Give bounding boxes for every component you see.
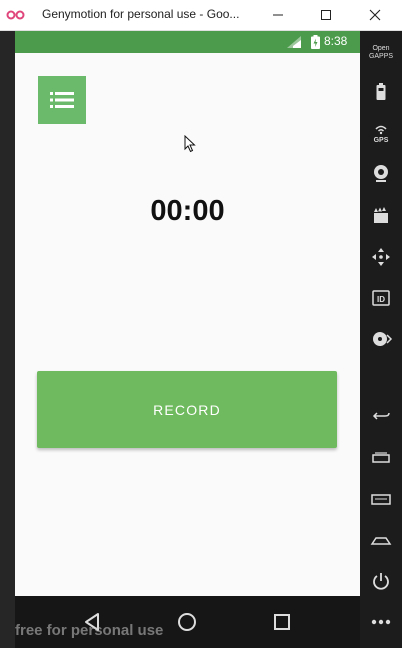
window-title-bar: Genymotion for personal use - Goo... [0, 0, 402, 31]
home-icon[interactable] [174, 609, 200, 635]
android-nav-bar: free for personal use [15, 596, 360, 648]
more-icon [371, 619, 391, 625]
timer-display: 00:00 [150, 195, 225, 227]
close-icon [369, 9, 381, 21]
toolbar-menu-button[interactable] [366, 484, 396, 514]
maximize-icon [321, 10, 331, 20]
maximize-button[interactable] [303, 0, 349, 30]
minimize-button[interactable] [255, 0, 301, 30]
media-button[interactable] [366, 200, 396, 230]
disk-icon [373, 332, 393, 346]
device-id-button[interactable]: ID [366, 283, 396, 313]
genymotion-logo-icon [6, 10, 25, 20]
window-title: Genymotion for personal use - Goo... [42, 7, 240, 21]
opengapps-button[interactable]: Open GAPPS [360, 37, 402, 71]
emulator-toolbar: Open GAPPS GPS ID [360, 31, 402, 648]
toolbar-home-button[interactable] [366, 525, 396, 555]
menu-button[interactable] [38, 76, 86, 124]
clapperboard-icon [374, 207, 388, 223]
more-button[interactable] [366, 607, 396, 637]
minimize-icon [273, 14, 283, 16]
list-icon [50, 92, 74, 108]
opengapps-icon: Open GAPPS [368, 45, 394, 60]
app-screen: 00:00 RECORD [15, 53, 360, 596]
power-button[interactable] [366, 566, 396, 596]
disk-button[interactable] [366, 324, 396, 354]
android-status-bar: 8:38 [15, 31, 360, 53]
recents-icon [372, 452, 390, 463]
camera-icon [374, 165, 388, 182]
id-icon: ID [372, 290, 390, 306]
recents-icon[interactable] [269, 609, 295, 635]
home-icon [370, 537, 392, 545]
toolbar-back-button[interactable] [366, 401, 396, 431]
gps-icon: GPS [374, 125, 389, 144]
signal-icon [287, 36, 301, 48]
toolbar-recents-button[interactable] [366, 442, 396, 472]
watermark-text: free for personal use [15, 622, 164, 639]
id-label: ID [377, 295, 385, 304]
record-button[interactable]: RECORD [37, 371, 337, 448]
menu-icon [371, 494, 391, 505]
battery-charging-icon [311, 35, 320, 49]
gps-button[interactable]: GPS [366, 117, 396, 147]
back-icon [372, 412, 390, 420]
status-bar-time: 8:38 [324, 34, 348, 48]
device-frame-left [0, 31, 15, 648]
camera-button[interactable] [366, 158, 396, 188]
battery-icon [376, 83, 386, 100]
move-icon [372, 248, 390, 266]
battery-button[interactable] [366, 77, 396, 107]
gps-label: GPS [374, 137, 389, 144]
close-button[interactable] [352, 0, 398, 30]
move-button[interactable] [366, 242, 396, 272]
mouse-cursor-icon [184, 135, 196, 153]
power-icon [373, 573, 389, 590]
